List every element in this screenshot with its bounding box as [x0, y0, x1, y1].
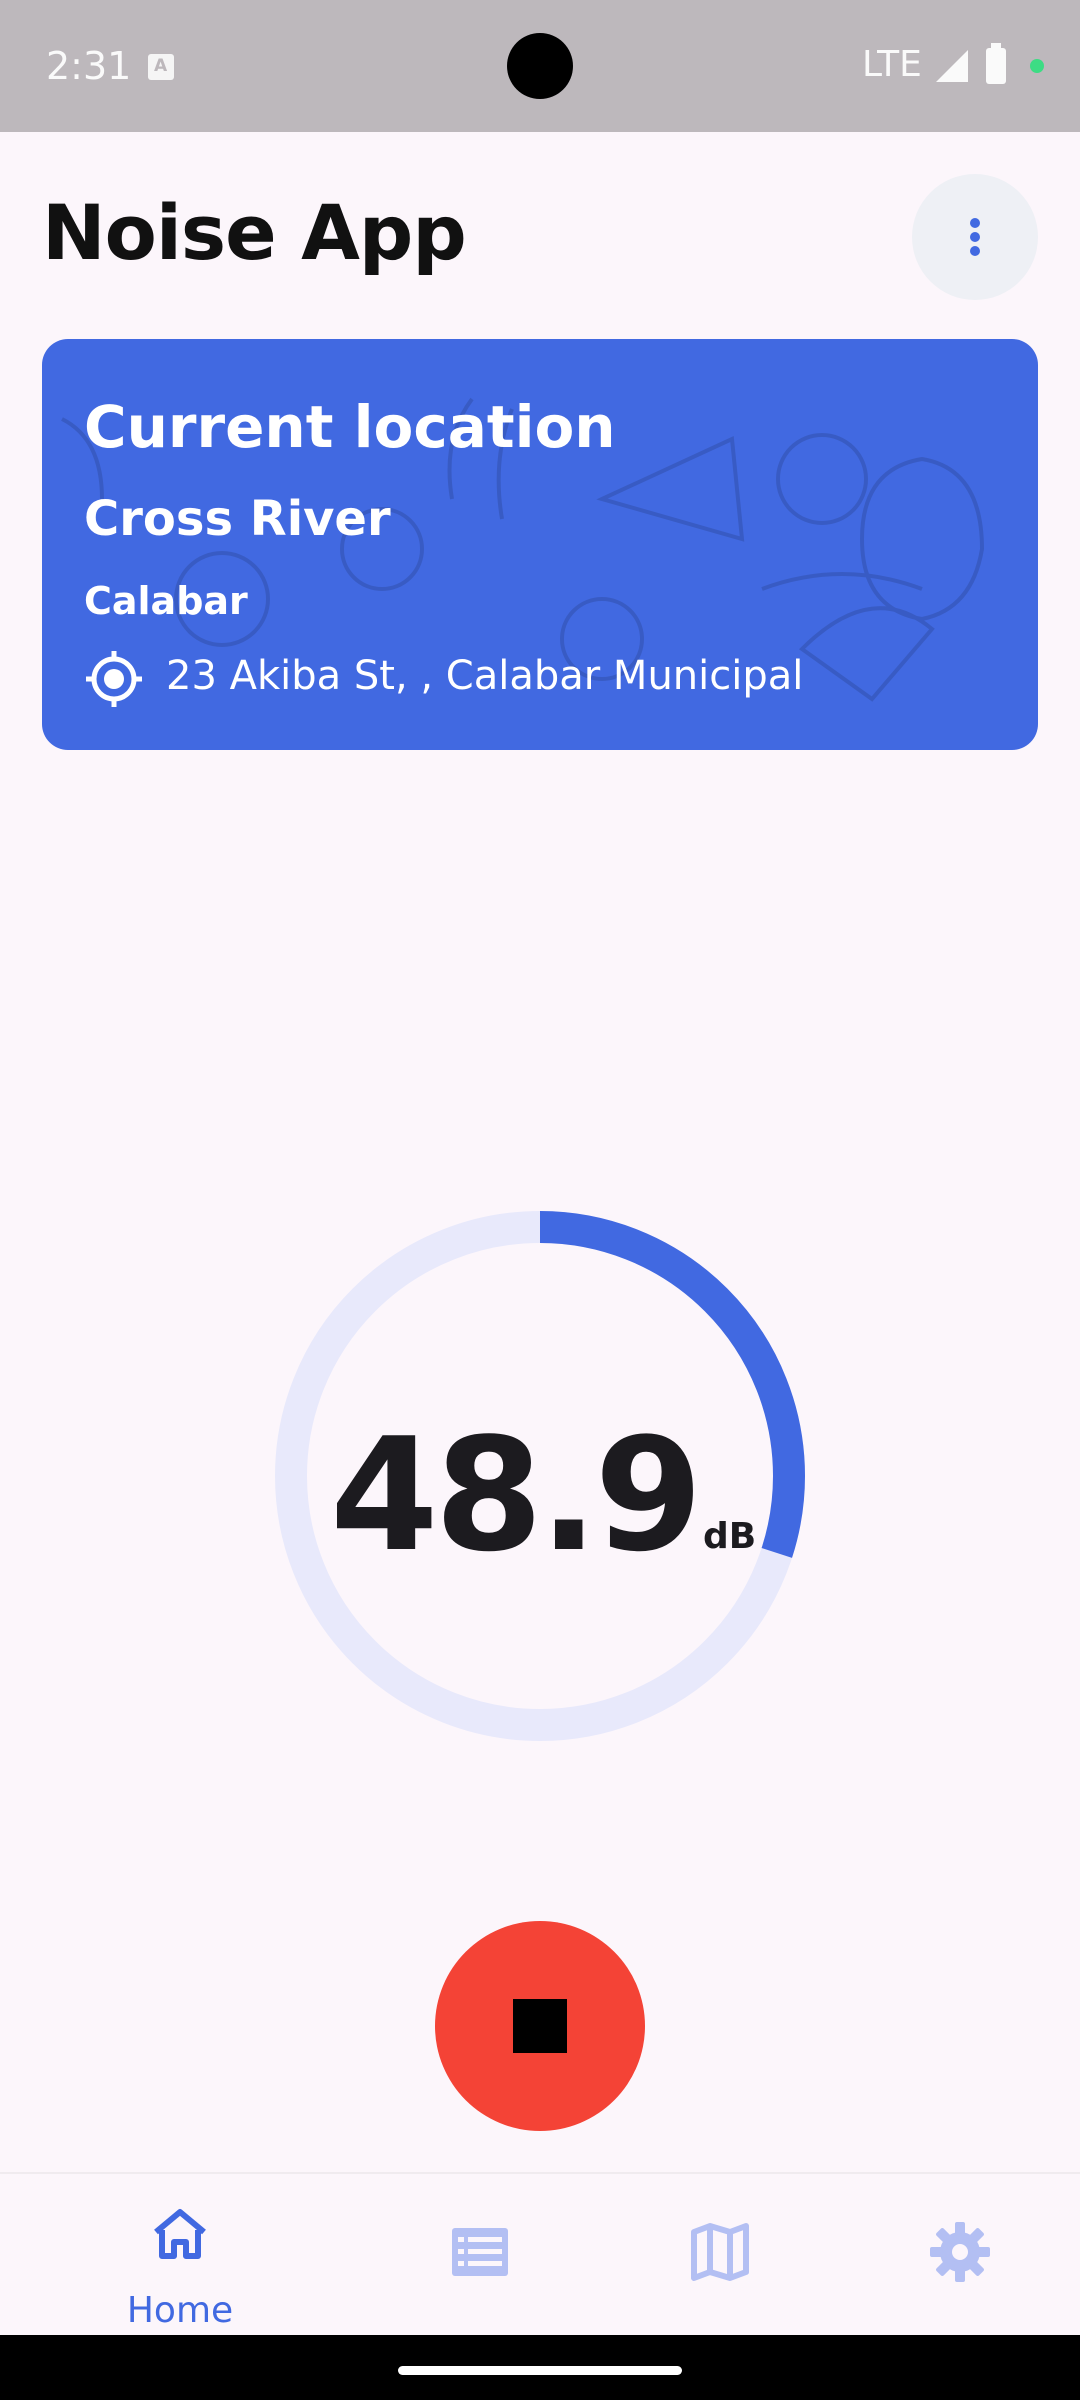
- status-bar: 2:31 LTE: [0, 0, 1080, 132]
- signal-icon: [936, 50, 968, 82]
- nav-item-home[interactable]: Home: [80, 2174, 280, 2337]
- card-title: Current location: [84, 393, 616, 461]
- home-icon: [154, 2209, 206, 2259]
- nav-label-home: Home: [126, 2290, 234, 2331]
- nav-item-settings[interactable]: [860, 2174, 1060, 2337]
- decibel-value: 48.9: [330, 1404, 703, 1586]
- battery-icon: [986, 43, 1006, 84]
- list-icon: [452, 2228, 508, 2276]
- decibel-unit: dB: [703, 1516, 757, 1557]
- privacy-indicator-dot: [1030, 59, 1044, 73]
- map-icon: [691, 2223, 749, 2281]
- location-state: Cross River: [84, 491, 391, 547]
- location-city: Calabar: [84, 579, 248, 623]
- bottom-navigation: Home: [0, 2172, 1080, 2337]
- location-card: Current location Cross River Calabar 23 …: [42, 339, 1038, 750]
- text-a-icon: [148, 54, 174, 80]
- page-title: Noise App: [42, 188, 467, 277]
- stop-recording-button[interactable]: [435, 1921, 645, 2131]
- more-options-button[interactable]: [912, 174, 1038, 300]
- gesture-handle[interactable]: [398, 2366, 682, 2375]
- status-time: 2:31: [46, 44, 132, 88]
- gps-target-icon: [86, 651, 142, 707]
- nav-item-list[interactable]: [380, 2174, 580, 2337]
- stop-icon: [513, 1999, 567, 2053]
- settings-icon: [930, 2222, 990, 2282]
- nav-item-map[interactable]: [620, 2174, 820, 2337]
- network-type: LTE: [862, 44, 922, 85]
- camera-cutout: [507, 33, 573, 99]
- location-address: 23 Akiba St, , Calabar Municipal: [166, 653, 804, 699]
